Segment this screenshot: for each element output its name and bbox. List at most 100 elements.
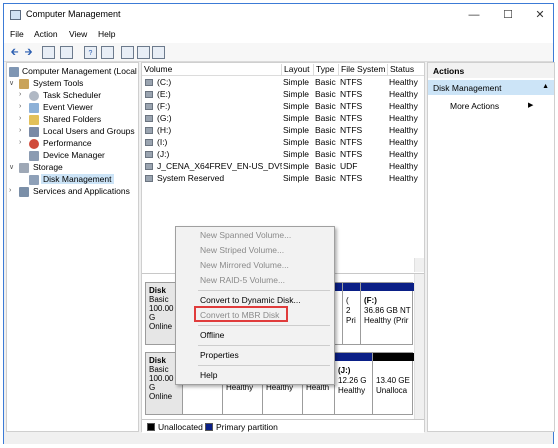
volume-icon — [145, 175, 153, 182]
menu-file[interactable]: File — [10, 29, 24, 39]
chevron-right-icon[interactable]: › — [19, 139, 27, 146]
unallocated-bar — [373, 353, 414, 361]
col-file-system[interactable]: File System — [339, 64, 388, 76]
table-row[interactable]: (I:) Simple Basic NTFS Healthy — [142, 137, 424, 149]
chevron-right-icon[interactable]: › — [9, 187, 17, 194]
disk-status: Online — [149, 392, 173, 401]
volume-icon — [145, 127, 153, 134]
primary-partition-bar — [335, 353, 372, 361]
table-cell: (F:) — [157, 101, 171, 111]
table-cell: Simple — [283, 161, 309, 171]
maximize-button[interactable]: ☐ — [496, 6, 520, 24]
col-volume[interactable]: Volume — [142, 64, 282, 76]
menu-separator — [198, 365, 330, 366]
console-tree: Computer Management (Local ∨ System Tool… — [6, 62, 139, 432]
col-layout[interactable]: Layout — [282, 64, 314, 76]
disk-1-unallocated[interactable]: 13.40 GE Unalloca — [372, 353, 414, 414]
col-status[interactable]: Status — [388, 64, 424, 76]
unallocated-swatch — [147, 423, 155, 431]
minimize-button[interactable]: — — [462, 6, 486, 24]
menu-new-mirrored-volume: New Mirrored Volume... — [200, 260, 289, 270]
table-row[interactable]: (E:) Simple Basic NTFS Healthy — [142, 89, 424, 101]
volume-scrollbar[interactable] — [414, 258, 424, 272]
table-cell: Simple — [283, 89, 309, 99]
table-cell: Healthy — [389, 137, 418, 147]
menu-action[interactable]: Action — [34, 29, 58, 39]
table-cell: Basic — [315, 125, 336, 135]
back-arrow-icon[interactable]: 🡰 — [8, 46, 21, 59]
partition-text: 36.86 GB NT — [364, 306, 411, 315]
actions-header: Actions — [428, 63, 554, 78]
table-cell: Basic — [315, 137, 336, 147]
tools-icon — [19, 79, 29, 89]
menu-help[interactable]: Help — [98, 29, 115, 39]
menu-convert-to-dynamic-disk[interactable]: Convert to Dynamic Disk... — [200, 295, 301, 305]
menu-view[interactable]: View — [69, 29, 87, 39]
menu-new-spanned-volume: New Spanned Volume... — [200, 230, 292, 240]
clock-icon — [29, 91, 39, 101]
col-type[interactable]: Type — [314, 64, 339, 76]
table-cell: NTFS — [340, 77, 363, 87]
actions-disk-management[interactable]: Disk Management ▲ — [428, 80, 554, 95]
partition-text: 12.26 G — [338, 376, 367, 385]
disk-1-partition-j[interactable]: (J:) 12.26 G Healthy — [334, 353, 372, 414]
chevron-down-icon[interactable]: ∨ — [9, 79, 17, 87]
show-hide-tree-icon[interactable] — [60, 46, 73, 59]
chevron-right-icon: ▶ — [528, 102, 534, 109]
performance-icon — [29, 139, 39, 149]
table-cell: NTFS — [340, 173, 363, 183]
table-row[interactable]: J_CENA_X64FREV_EN-US_DV5 (D:)Simple Basic… — [142, 161, 424, 173]
table-cell: NTFS — [340, 113, 363, 123]
menu-offline[interactable]: Offline — [200, 330, 224, 340]
table-row[interactable]: (G:) Simple Basic NTFS Healthy — [142, 113, 424, 125]
table-cell: Simple — [283, 113, 309, 123]
close-button[interactable]: ✕ — [528, 6, 552, 24]
services-icon — [19, 187, 29, 197]
table-cell: Basic — [315, 89, 336, 99]
disk-0-partition[interactable]: ( 2 Pri — [342, 283, 360, 344]
collapse-icon[interactable]: ▲ — [542, 83, 549, 90]
table-cell: Simple — [283, 125, 309, 135]
up-folder-icon[interactable] — [42, 46, 55, 59]
properties-icon[interactable] — [152, 46, 165, 59]
settings-icon[interactable] — [137, 46, 150, 59]
chevron-down-icon[interactable]: ∨ — [9, 163, 17, 171]
chevron-right-icon[interactable]: › — [19, 91, 27, 98]
toolbar: 🡰 🡲 ? — [4, 43, 553, 62]
forward-arrow-icon[interactable]: 🡲 — [22, 46, 35, 59]
help-icon[interactable]: ? — [84, 46, 97, 59]
chevron-right-icon[interactable]: › — [19, 127, 27, 134]
chevron-right-icon[interactable]: › — [19, 103, 27, 110]
menu-separator — [198, 345, 330, 346]
view-icon[interactable] — [101, 46, 114, 59]
table-cell: NTFS — [340, 101, 363, 111]
menu-separator — [198, 290, 330, 291]
disk-view-scrollbar[interactable] — [414, 274, 424, 420]
table-cell: Simple — [283, 137, 309, 147]
chevron-right-icon[interactable]: › — [19, 115, 27, 122]
title-bar: Computer Management — ☐ ✕ — [4, 4, 553, 26]
tree-label: Performance — [43, 138, 92, 148]
more-actions[interactable]: More Actions ▶ — [450, 101, 533, 111]
table-row[interactable]: (C:) Simple Basic NTFS Healthy — [142, 77, 424, 89]
table-row[interactable]: (J:) Simple Basic NTFS Healthy — [142, 149, 424, 161]
table-row[interactable]: (F:) Simple Basic NTFS Healthy — [142, 101, 424, 113]
computer-icon — [9, 67, 19, 77]
device-manager-icon — [29, 151, 39, 161]
export-icon[interactable] — [121, 46, 134, 59]
partition-text: Healthy (Prir — [364, 316, 409, 325]
tree-label: System Tools — [33, 78, 84, 88]
volume-icon — [145, 163, 153, 170]
table-cell: Healthy — [389, 125, 418, 135]
table-cell: (G:) — [157, 113, 172, 123]
table-row[interactable]: System Reserved Simple Basic NTFS Healthy — [142, 173, 424, 185]
volume-icon — [145, 91, 153, 98]
status-bar — [4, 434, 553, 444]
tree-label: Event Viewer — [43, 102, 93, 112]
menu-help[interactable]: Help — [200, 370, 217, 380]
volume-icon — [145, 103, 153, 110]
table-row[interactable]: (H:) Simple Basic NTFS Healthy — [142, 125, 424, 137]
disk-0-partition-f[interactable]: (F:) 36.86 GB NT Healthy (Prir — [360, 283, 414, 344]
menu-properties[interactable]: Properties — [200, 350, 239, 360]
legend-unallocated: Unallocated — [158, 422, 203, 432]
